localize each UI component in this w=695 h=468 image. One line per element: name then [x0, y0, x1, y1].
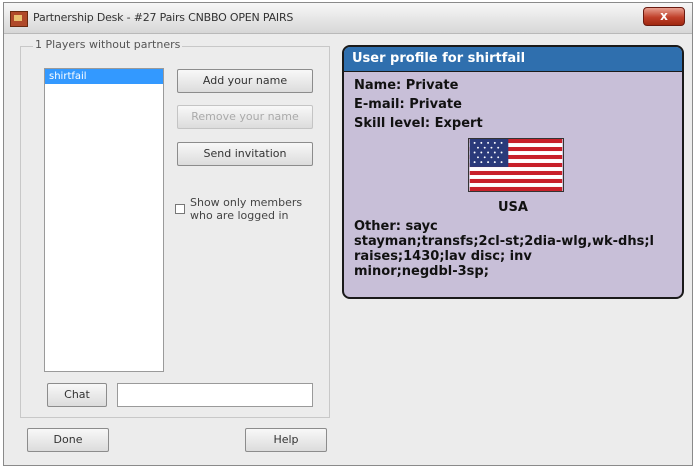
profile-name: Name: Private	[354, 78, 459, 93]
usa-flag-icon	[468, 138, 564, 192]
list-item-player[interactable]: shirtfail	[45, 69, 163, 84]
profile-header: User profile for shirtfail	[344, 47, 682, 72]
show-only-logged-in-checkbox[interactable]	[175, 204, 185, 214]
add-your-name-button[interactable]: Add your name	[177, 69, 313, 93]
profile-email: E-mail: Private	[354, 97, 462, 112]
app-icon	[10, 11, 28, 27]
done-button[interactable]: Done	[27, 428, 109, 452]
players-group-label: 1 Players without partners	[33, 38, 183, 51]
chat-input[interactable]	[117, 383, 313, 407]
user-profile-panel: User profile for shirtfail Name: Private…	[342, 45, 684, 299]
chat-button[interactable]: Chat	[47, 383, 107, 407]
title-bar[interactable]: Partnership Desk - #27 Pairs CNBBO OPEN …	[4, 3, 692, 34]
profile-country: USA	[498, 200, 528, 215]
send-invitation-button[interactable]: Send invitation	[177, 142, 313, 166]
remove-your-name-button[interactable]: Remove your name	[177, 105, 313, 129]
window-title: Partnership Desk - #27 Pairs CNBBO OPEN …	[33, 11, 294, 24]
players-listbox[interactable]: shirtfail	[44, 68, 164, 372]
close-button[interactable]: x	[643, 7, 685, 26]
help-button[interactable]: Help	[245, 428, 327, 452]
profile-skill-level: Skill level: Expert	[354, 116, 483, 131]
profile-other-info: Other: sayc stayman;transfs;2cl-st;2dia-…	[354, 219, 654, 279]
show-only-logged-in-label: Show only members who are logged in	[190, 196, 303, 222]
